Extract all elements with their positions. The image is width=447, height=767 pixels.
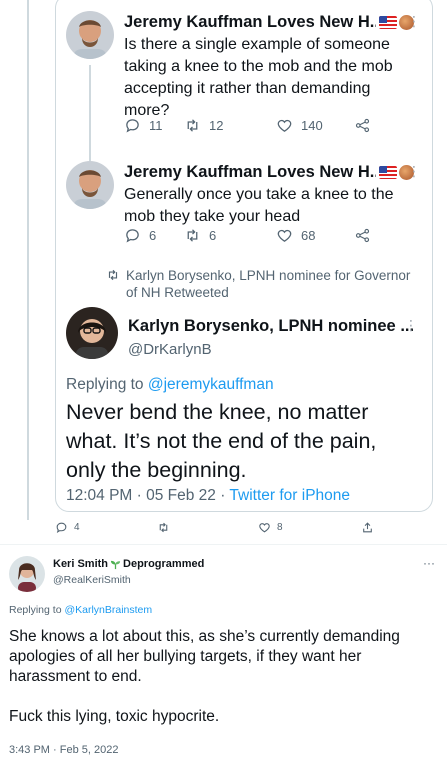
main-tweet-timestamp: 12:04 PM · 05 Feb 22 · Twitter for iPhon… <box>66 487 350 505</box>
reply-paragraph-2: Fuck this lying, toxic hypocrite. <box>9 708 220 725</box>
timestamp-text[interactable]: 12:04 PM · 05 Feb 22 · <box>66 487 225 504</box>
retweeted-by-label[interactable]: Karlyn Borysenko, LPNH nominee for Gover… <box>86 267 422 301</box>
tweet-actions: 6 6 68 <box>124 227 402 244</box>
reply-count: 6 <box>149 228 157 243</box>
more-icon[interactable]: ⋮ <box>407 163 422 180</box>
tweet-actions: 11 12 140 <box>124 117 402 134</box>
thread-tweet-1[interactable]: Jeremy Kauffman Loves New H... ⋮ Is ther… <box>56 11 432 161</box>
reply-button[interactable]: 6 <box>124 227 184 244</box>
reply-author-name-row[interactable]: Keri Smith Deprogrammed <box>53 558 204 570</box>
heart-icon <box>277 119 292 132</box>
reply-paragraph-1: She knows a lot about this, as she’s cur… <box>9 628 400 685</box>
retweet-icon <box>187 119 198 132</box>
avatar-keri-smith[interactable] <box>9 556 45 592</box>
reply-icon <box>126 229 139 243</box>
share-button[interactable] <box>354 117 371 134</box>
retweeted-by-text: Karlyn Borysenko, LPNH nominee for Gover… <box>126 268 411 300</box>
more-icon[interactable]: ··· <box>423 556 435 570</box>
thread-connector <box>89 65 91 161</box>
thread-tweet-2[interactable]: Jeremy Kauffman Loves New H... ⋮ General… <box>56 161 432 261</box>
source-link[interactable]: Twitter for iPhone <box>229 487 350 504</box>
share-icon <box>363 522 372 533</box>
sprout-icon <box>110 560 121 569</box>
avatar-karlyn-borysenko[interactable] <box>66 307 118 359</box>
quoted-screenshot-card[interactable]: Jeremy Kauffman Loves New H... ⋮ Is ther… <box>55 0 433 512</box>
reply-count: 4 <box>74 522 80 533</box>
like-count: 140 <box>301 118 323 133</box>
outer-tweet-actions: 4 8 <box>55 521 385 539</box>
reply-icon <box>126 119 139 133</box>
tweet-author-name-row: Jeremy Kauffman Loves New H... <box>124 161 414 183</box>
retweet-icon <box>159 522 168 533</box>
avatar-jeremy-kauffman[interactable] <box>66 11 114 59</box>
main-tweet-text: Never bend the knee, no matter what. It’… <box>66 400 377 482</box>
tweet-separator <box>0 544 447 545</box>
author-handle[interactable]: @DrKarlynB <box>128 341 212 358</box>
share-icon <box>355 118 370 133</box>
reply-count: 11 <box>149 118 163 133</box>
us-flag-icon <box>379 15 397 29</box>
reply-author-handle[interactable]: @RealKeriSmith <box>53 574 131 586</box>
replying-to-line: Replying to @jeremykauffman <box>66 376 274 394</box>
author-name[interactable]: Jeremy Kauffman Loves New H... <box>124 163 376 182</box>
heart-icon <box>259 523 270 533</box>
retweet-button[interactable]: 12 <box>184 117 276 134</box>
reply-button[interactable]: 4 <box>55 521 80 534</box>
tweet-text: Generally once you take a knee to the mo… <box>124 186 394 225</box>
share-icon <box>355 228 370 243</box>
like-button[interactable]: 140 <box>276 117 354 134</box>
retweet-button[interactable]: 6 <box>184 227 276 244</box>
retweet-button[interactable] <box>157 521 170 534</box>
replying-to-link[interactable]: @jeremykauffman <box>148 376 274 393</box>
like-button[interactable]: 68 <box>276 227 354 244</box>
tweet-text: Is there a single example of someone tak… <box>124 36 393 119</box>
retweet-icon <box>187 229 198 242</box>
reply-author-name-suffix: Deprogrammed <box>123 558 205 570</box>
main-tweet-header: Karlyn Borysenko, LPNH nominee ... @DrKa… <box>56 307 432 367</box>
retweet-count: 12 <box>209 118 224 133</box>
share-button[interactable] <box>354 227 371 244</box>
reply-text: She knows a lot about this, as she’s cur… <box>9 627 433 747</box>
retweet-count: 6 <box>209 228 217 243</box>
us-flag-icon <box>379 165 397 179</box>
reply-author-name: Keri Smith <box>53 558 109 570</box>
more-icon[interactable]: ⋮ <box>407 13 422 30</box>
like-button[interactable]: 8 <box>258 521 283 534</box>
thread-line <box>27 0 29 520</box>
reply-replying-to-line: Replying to @KarlynBrainstem <box>9 604 152 616</box>
reply-button[interactable]: 11 <box>124 117 184 134</box>
reply-icon <box>56 522 67 533</box>
like-count: 8 <box>277 522 283 533</box>
author-name[interactable]: Jeremy Kauffman Loves New H... <box>124 13 376 32</box>
replying-prefix: Replying to <box>66 376 144 393</box>
heart-icon <box>277 229 292 242</box>
like-count: 68 <box>301 228 316 243</box>
tweet-author-name-row: Jeremy Kauffman Loves New H... <box>124 11 414 33</box>
replying-to-link[interactable]: @KarlynBrainstem <box>64 604 152 616</box>
author-name[interactable]: Karlyn Borysenko, LPNH nominee ... <box>128 317 414 336</box>
avatar-jeremy-kauffman[interactable] <box>66 161 114 209</box>
replying-prefix: Replying to <box>9 604 62 616</box>
retweet-icon <box>108 269 118 281</box>
more-icon[interactable]: ⋮ <box>404 317 418 334</box>
reply-timestamp[interactable]: 3:43 PM · Feb 5, 2022 <box>9 744 118 756</box>
share-button[interactable] <box>361 521 374 534</box>
